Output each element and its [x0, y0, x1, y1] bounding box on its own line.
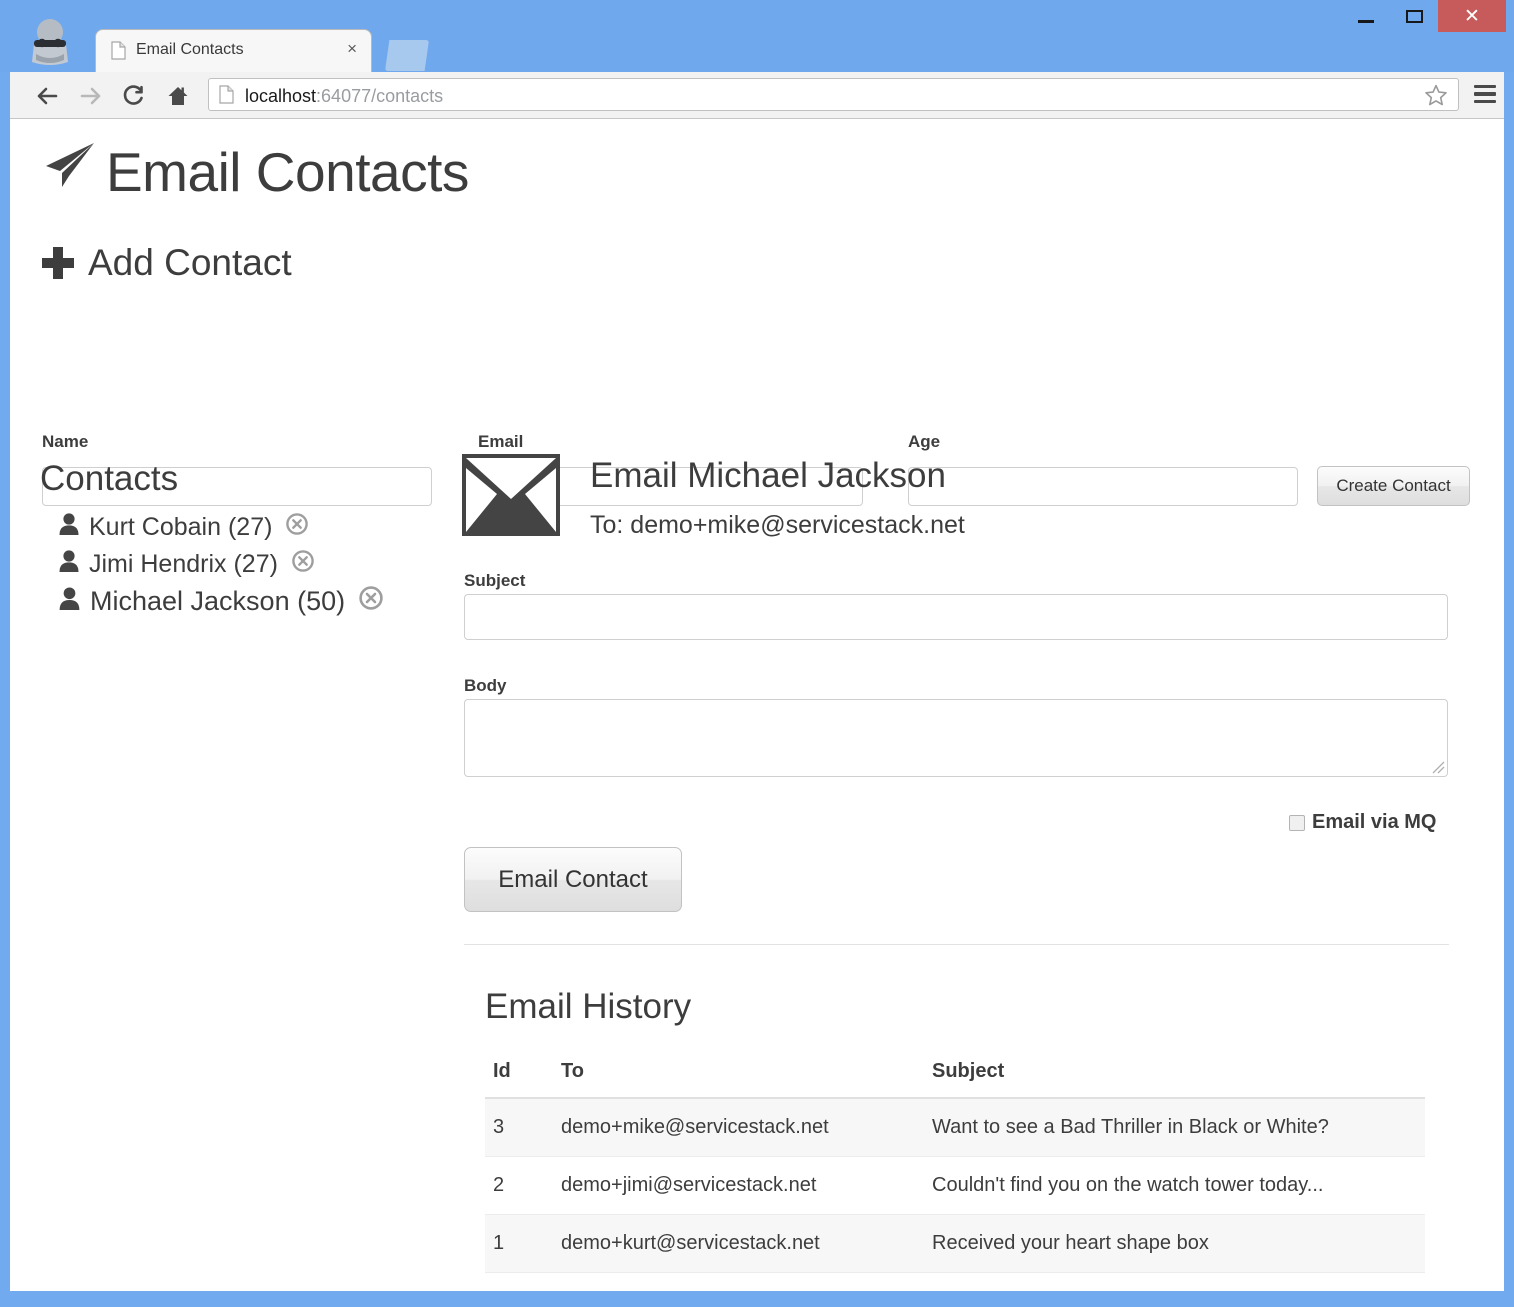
contact-list-item[interactable]: Jimi Hendrix (27): [58, 546, 438, 583]
email-label: Email: [478, 432, 524, 451]
hamburger-line: [1474, 92, 1496, 96]
cell-subject: Want to see a Bad Thriller in Black or W…: [924, 1098, 1425, 1157]
subject-label: Subject: [464, 571, 526, 590]
window-controls: ✕: [1342, 0, 1506, 34]
create-contact-button[interactable]: Create Contact: [1317, 466, 1470, 506]
address-path: :64077/contacts: [316, 86, 444, 106]
minimize-button[interactable]: [1342, 0, 1390, 32]
tab-close-icon[interactable]: ×: [347, 40, 357, 57]
arrow-right-icon: [80, 87, 101, 105]
cell-to: demo+mike@servicestack.net: [553, 1098, 924, 1157]
person-icon: [58, 512, 80, 543]
contact-name: Kurt Cobain (27): [89, 513, 273, 541]
contact-name: Jimi Hendrix (27): [89, 550, 278, 578]
body-textarea[interactable]: [464, 699, 1448, 777]
back-button[interactable]: [34, 83, 60, 109]
envelope-icon: [462, 454, 560, 541]
age-input[interactable]: [908, 467, 1298, 506]
address-host: localhost: [245, 86, 317, 106]
chrome-menu-button[interactable]: [1474, 85, 1496, 103]
cell-id: 1: [485, 1214, 553, 1273]
email-history-heading: Email History: [485, 987, 692, 1026]
email-contact-button[interactable]: Email Contact: [464, 847, 682, 912]
page-title: Email Contacts: [42, 139, 469, 204]
minimize-icon: [1358, 19, 1374, 23]
person-icon: [58, 586, 81, 618]
section-divider: [464, 944, 1449, 945]
home-button[interactable]: [165, 83, 191, 109]
browser-window: ✕ Email Contacts × localhost:64077/conta…: [0, 0, 1514, 1307]
table-row[interactable]: 1 demo+kurt@servicestack.net Received yo…: [485, 1214, 1425, 1273]
page-viewport: Email Contacts Add Contact Name Email Ag…: [10, 119, 1504, 1291]
person-icon: [58, 549, 80, 580]
hamburger-line: [1474, 99, 1496, 103]
body-label: Body: [464, 676, 507, 695]
cell-to: demo+jimi@servicestack.net: [553, 1156, 924, 1215]
column-header-to: To: [553, 1054, 924, 1099]
address-page-icon: [219, 85, 234, 104]
contact-list-item-selected[interactable]: Michael Jackson (50): [58, 583, 438, 620]
contacts-page: Email Contacts Add Contact Name Email Ag…: [10, 119, 1504, 1291]
page-favicon-icon: [111, 41, 126, 60]
home-icon: [168, 87, 188, 105]
subject-input[interactable]: [464, 594, 1448, 640]
close-icon: ✕: [1464, 5, 1480, 27]
contact-name: Michael Jackson (50): [90, 586, 346, 616]
maximize-button[interactable]: [1390, 0, 1438, 32]
email-via-mq-checkbox[interactable]: [1289, 814, 1305, 831]
tab-title: Email Contacts: [136, 41, 244, 58]
bookmark-star-icon[interactable]: [1424, 83, 1448, 107]
maximize-icon: [1405, 9, 1423, 23]
hamburger-line: [1474, 85, 1496, 89]
column-header-id: Id: [485, 1054, 553, 1099]
contact-list-item[interactable]: Kurt Cobain (27): [58, 509, 438, 546]
name-label: Name: [42, 432, 89, 451]
cell-to: demo+kurt@servicestack.net: [553, 1214, 924, 1273]
arrow-left-icon: [37, 87, 58, 105]
email-via-mq-label: Email via MQ: [1312, 811, 1437, 833]
cell-id: 3: [485, 1098, 553, 1157]
age-label: Age: [908, 432, 941, 451]
plus-icon: [42, 247, 74, 279]
forward-button[interactable]: [78, 83, 104, 109]
table-row[interactable]: 3 demo+mike@servicestack.net Want to see…: [485, 1098, 1425, 1157]
reload-icon: [123, 85, 143, 105]
cell-subject: Received your heart shape box: [924, 1214, 1425, 1273]
window-titlebar: ✕ Email Contacts ×: [0, 0, 1514, 72]
cell-subject: Couldn't find you on the watch tower tod…: [924, 1156, 1425, 1215]
email-recipient: To: demo+mike@servicestack.net: [590, 511, 965, 539]
add-contact-label: Add Contact: [88, 242, 292, 283]
browser-toolbar: localhost:64077/contacts: [10, 72, 1504, 119]
address-url: localhost:64077/contacts: [245, 84, 443, 108]
contacts-list: Kurt Cobain (27) Jimi Hendrix (27) Micha…: [58, 509, 438, 620]
table-header-row: Id To Subject: [485, 1054, 1425, 1099]
email-form-heading: Email Michael Jackson: [590, 456, 946, 495]
email-history-table: Id To Subject 3 demo+mike@servicestack.n…: [485, 1054, 1425, 1273]
paper-plane-icon: [42, 139, 98, 204]
close-window-button[interactable]: ✕: [1438, 0, 1506, 32]
table-row[interactable]: 2 demo+jimi@servicestack.net Couldn't fi…: [485, 1156, 1425, 1215]
add-contact-heading: Add Contact: [42, 242, 292, 284]
delete-contact-icon[interactable]: [285, 512, 309, 543]
new-tab-button[interactable]: [385, 40, 429, 71]
delete-contact-icon[interactable]: [358, 585, 384, 618]
page-title-text: Email Contacts: [106, 140, 469, 203]
email-via-mq-row[interactable]: Email via MQ: [1289, 811, 1437, 834]
delete-contact-icon[interactable]: [291, 549, 315, 580]
reload-button[interactable]: [120, 83, 146, 109]
contacts-heading: Contacts: [40, 459, 179, 498]
column-header-subject: Subject: [924, 1054, 1425, 1099]
address-bar[interactable]: localhost:64077/contacts: [208, 78, 1459, 111]
browser-tab[interactable]: Email Contacts ×: [95, 29, 372, 72]
incognito-icon: [22, 18, 78, 66]
cell-id: 2: [485, 1156, 553, 1215]
